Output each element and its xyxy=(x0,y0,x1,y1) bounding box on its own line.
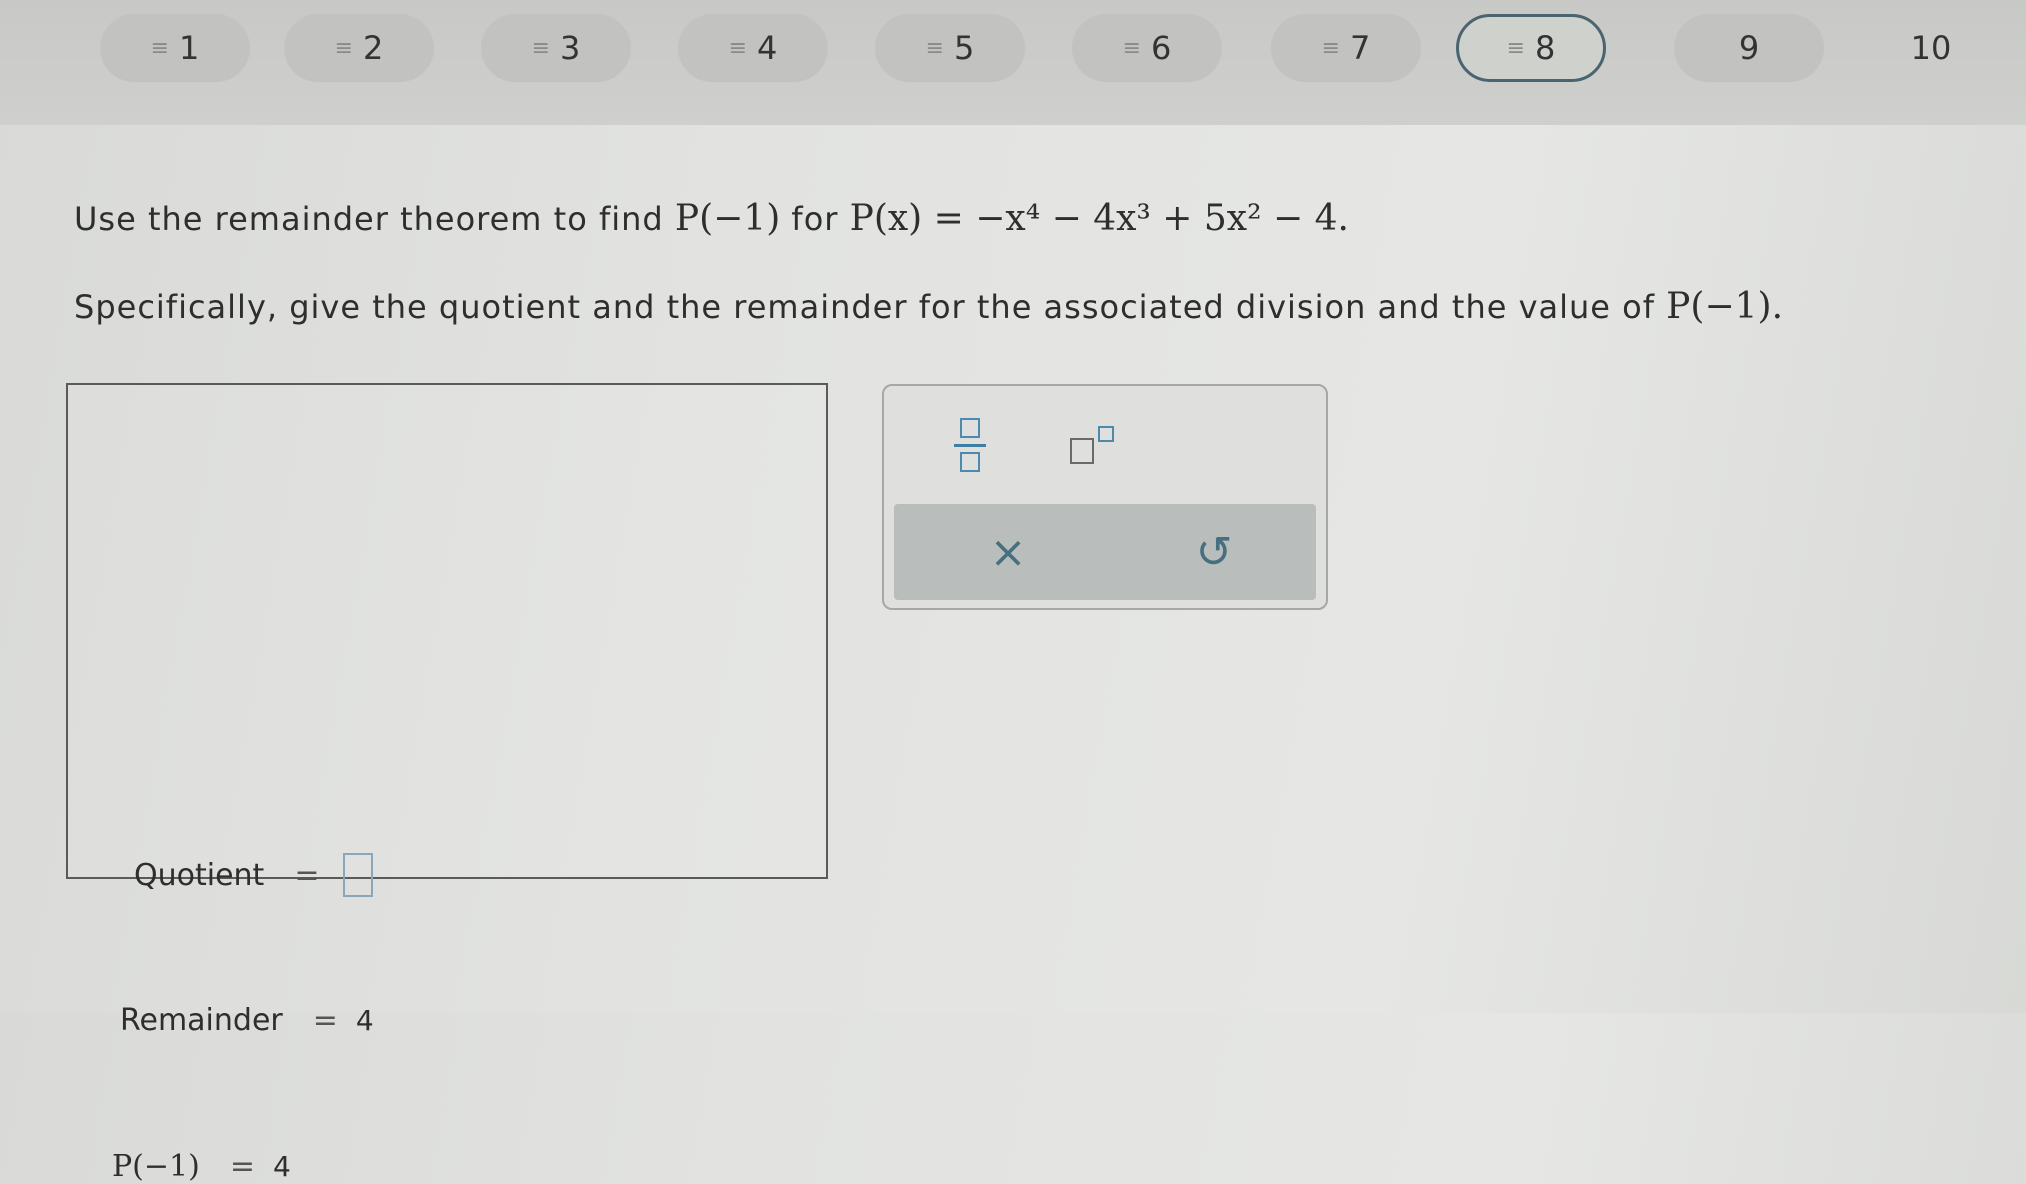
remainder-label: Remainder xyxy=(120,1003,283,1038)
completed-icon: ≡ xyxy=(1122,35,1141,61)
close-icon: × xyxy=(989,526,1027,578)
quotient-row: Quotient = xyxy=(134,853,374,897)
fraction-numerator-icon xyxy=(960,418,980,438)
question-nav-8-current[interactable]: ≡ 8 xyxy=(1456,14,1606,82)
question-nav-label: 3 xyxy=(560,29,581,67)
quotient-label: Quotient xyxy=(134,857,265,893)
equals-sign: = xyxy=(312,1003,338,1038)
answer-box: Quotient = Remainder = 4 P(−1) = 4 xyxy=(66,383,828,1184)
question-nav-7[interactable]: ≡ 7 xyxy=(1271,14,1421,82)
question-nav-1[interactable]: ≡ 1 xyxy=(100,14,250,82)
completed-icon: ≡ xyxy=(531,35,550,61)
question-nav-label: 6 xyxy=(1151,29,1172,67)
question-nav-2[interactable]: ≡ 2 xyxy=(284,14,434,82)
undo-icon: ↺ xyxy=(1195,526,1233,578)
remainder-row: Remainder = 4 xyxy=(120,1003,374,1038)
question-nav-label: 10 xyxy=(1910,29,1952,67)
question-nav-6[interactable]: ≡ 6 xyxy=(1072,14,1222,82)
fraction-denominator-icon xyxy=(960,452,980,472)
equals-sign: = xyxy=(229,1149,255,1184)
completed-icon: ≡ xyxy=(1321,35,1340,61)
exponent-tool-button[interactable] xyxy=(1070,426,1120,466)
p-of-neg1-expression: P(−1) xyxy=(1666,286,1772,327)
polynomial-expression: P(x) = −x⁴ − 4x³ + 5x² − 4. xyxy=(849,198,1349,239)
question-nav-5[interactable]: ≡ 5 xyxy=(875,14,1025,82)
question-nav-label: 1 xyxy=(179,29,200,67)
fraction-tool-button[interactable] xyxy=(952,416,988,476)
palette-action-bar: × ↺ xyxy=(894,504,1316,600)
clear-button[interactable]: × xyxy=(978,522,1038,582)
math-palette: × ↺ xyxy=(882,384,1328,610)
question-line-1: Use the remainder theorem to find P(−1) … xyxy=(74,198,1349,239)
question-nav-10[interactable]: 10 xyxy=(1856,14,2006,82)
equals-sign: = xyxy=(294,857,320,893)
completed-icon: ≡ xyxy=(925,35,944,61)
p-of-neg1-expression: P(−1) xyxy=(674,198,781,239)
fraction-bar-icon xyxy=(954,444,986,447)
completed-icon: ≡ xyxy=(150,35,169,61)
question-nav-label: 7 xyxy=(1350,29,1371,67)
question-text: Specifically, give the quotient and the … xyxy=(74,288,1655,326)
question-nav-3[interactable]: ≡ 3 xyxy=(481,14,631,82)
completed-icon: ≡ xyxy=(334,35,353,61)
question-navigation-bar: ≡ 1 ≡ 2 ≡ 3 ≡ 4 ≡ 5 ≡ 6 ≡ 7 ≡ 8 9 10 xyxy=(0,0,2026,125)
exponent-base-icon xyxy=(1070,438,1094,464)
p-value-row: P(−1) = 4 xyxy=(112,1149,291,1184)
completed-icon: ≡ xyxy=(1506,35,1525,61)
question-text-for: for xyxy=(791,200,839,238)
question-nav-9[interactable]: 9 xyxy=(1674,14,1824,82)
quotient-input[interactable] xyxy=(343,853,374,897)
question-nav-label: 5 xyxy=(954,29,975,67)
question-nav-label: 2 xyxy=(363,29,384,67)
question-nav-label: 8 xyxy=(1535,29,1556,67)
exponent-power-icon xyxy=(1098,426,1114,442)
undo-button[interactable]: ↺ xyxy=(1184,522,1244,582)
question-text: Use the remainder theorem to find xyxy=(74,200,664,238)
p-value-label: P(−1) xyxy=(112,1149,200,1184)
question-nav-4[interactable]: ≡ 4 xyxy=(678,14,828,82)
question-line-2: Specifically, give the quotient and the … xyxy=(74,286,1784,327)
question-nav-label: 9 xyxy=(1738,29,1760,67)
completed-icon: ≡ xyxy=(728,35,747,61)
p-value-input[interactable]: 4 xyxy=(273,1150,291,1183)
question-nav-label: 4 xyxy=(757,29,778,67)
remainder-input[interactable]: 4 xyxy=(356,1004,374,1037)
